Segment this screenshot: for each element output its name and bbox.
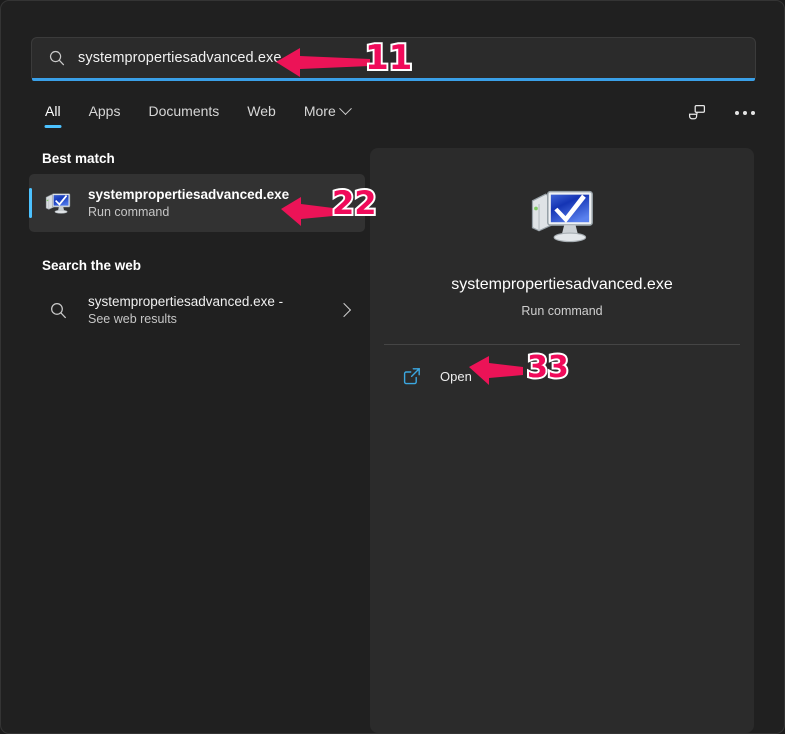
search-input-underline: [32, 78, 755, 81]
best-match-subtitle: Run command: [88, 205, 289, 219]
best-match-text: systempropertiesadvanced.exe Run command: [88, 187, 289, 219]
feedback-icon: [687, 103, 707, 123]
annotation-number-2-value: 2: [332, 187, 354, 219]
tab-web[interactable]: Web: [233, 99, 290, 129]
annotation-number-3: 333: [527, 353, 569, 383]
search-icon: [48, 49, 66, 67]
open-external-icon: [402, 366, 422, 386]
selection-indicator: [29, 188, 32, 218]
annotation-number-1-value: 1: [365, 41, 389, 75]
annotation-arrow-2: [279, 194, 335, 228]
system-properties-icon: [527, 180, 597, 255]
web-search-subtitle: See web results: [88, 312, 283, 326]
web-search-text: systempropertiesadvanced.exe - See web r…: [88, 294, 283, 326]
system-properties-icon: [43, 188, 73, 218]
search-filter-tabs: All Apps Documents Web More: [31, 97, 364, 131]
web-search-title: systempropertiesadvanced.exe -: [88, 294, 283, 309]
tab-all-label: All: [45, 103, 61, 119]
preview-app-subtitle: Run command: [521, 304, 602, 318]
annotation-arrow-1: [273, 41, 373, 83]
annotation-number-2: 222: [332, 187, 377, 219]
group-header-search-the-web: Search the web: [42, 258, 365, 273]
search-input-value: systempropertiesadvanced.exe: [78, 50, 282, 66]
search-window: systempropertiesadvanced.exe All Apps Do…: [0, 0, 785, 734]
search-icon: [43, 295, 73, 325]
tab-apps[interactable]: Apps: [75, 99, 135, 129]
chevron-right-icon: [337, 303, 351, 317]
chevron-down-icon: [339, 102, 352, 115]
annotation-arrow-3: [467, 354, 525, 386]
annotation-number-3-value: 3: [527, 353, 548, 383]
tab-all[interactable]: All: [31, 99, 75, 129]
tab-web-label: Web: [247, 103, 276, 119]
preview-app-name: systempropertiesadvanced.exe: [451, 276, 672, 294]
web-search-result[interactable]: systempropertiesadvanced.exe - See web r…: [29, 281, 365, 339]
tab-apps-label: Apps: [89, 103, 121, 119]
more-options-icon: [735, 111, 755, 115]
tab-more[interactable]: More: [290, 99, 364, 129]
preview-divider: [384, 344, 740, 345]
annotation-number-1: 111: [365, 41, 412, 75]
results-list: Best match: [29, 151, 365, 723]
tab-documents-label: Documents: [148, 103, 219, 119]
feedback-button[interactable]: [682, 98, 712, 128]
tab-documents[interactable]: Documents: [134, 99, 233, 129]
group-header-best-match: Best match: [42, 151, 365, 166]
header-actions: [682, 97, 760, 129]
more-options-button[interactable]: [730, 98, 760, 128]
tab-more-label: More: [304, 103, 336, 119]
best-match-title: systempropertiesadvanced.exe: [88, 187, 289, 202]
preview-pane: systempropertiesadvanced.exe Run command…: [370, 148, 754, 733]
preview-hero: systempropertiesadvanced.exe Run command: [370, 148, 754, 318]
